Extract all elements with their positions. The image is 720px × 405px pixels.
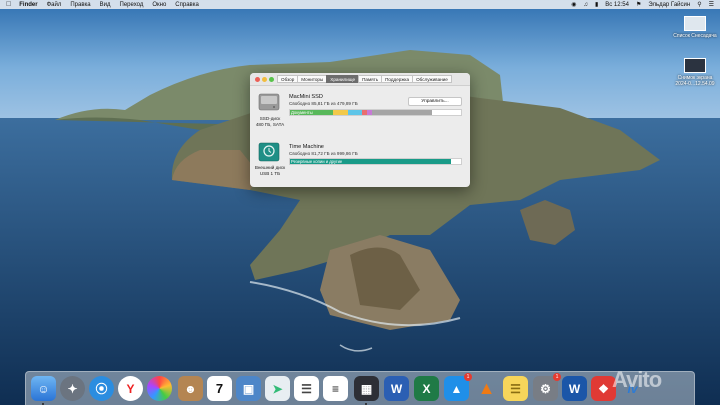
tab-service[interactable]: Обслуживание [412, 75, 452, 83]
stocks-icon[interactable]: ≡ [323, 376, 348, 401]
calendar-icon[interactable]: 7 [207, 376, 232, 401]
manage-button[interactable]: Управлить... [408, 97, 462, 106]
menu-file[interactable]: Файл [47, 2, 62, 8]
finder-icon[interactable]: ☺ [31, 376, 56, 405]
menu-view[interactable]: Вид [100, 2, 111, 8]
time-machine-name: Time Machine [289, 144, 324, 150]
tab-storage[interactable]: Хранилище [326, 75, 360, 83]
about-this-mac-window: Обзор Мониторы Хранилище Память Поддержк… [250, 73, 470, 187]
clock[interactable]: Вс 12:54 [605, 2, 629, 8]
user-name[interactable]: Эльдар Гайсин [648, 2, 690, 8]
close-button[interactable] [255, 76, 260, 82]
desktop-file-icon[interactable]: Список Снесадача [673, 16, 717, 39]
reminders-icon[interactable]: ☰ [294, 376, 319, 401]
vlc-icon[interactable]: ▲ [474, 376, 499, 401]
window-controls [255, 76, 276, 82]
menu-edit[interactable]: Правка [70, 2, 90, 8]
menu-window[interactable]: Окно [152, 2, 166, 8]
menu-go[interactable]: Переход [120, 2, 144, 8]
photos-icon[interactable] [147, 376, 172, 401]
ssd-usage-segment-5[interactable] [372, 110, 432, 115]
preview-icon[interactable]: ▣ [236, 376, 261, 401]
ssd-usage-bar[interactable]: Документы [289, 109, 462, 116]
ssd-caption: SSD-диск 480 ГБ, SATA [255, 116, 285, 127]
tab-support[interactable]: Поддержка [381, 75, 414, 83]
window-titlebar[interactable]: Обзор Мониторы Хранилище Память Поддержк… [250, 73, 470, 86]
control-center-icon[interactable]: ☰ [709, 1, 714, 8]
ssd-usage-segment-2[interactable] [348, 110, 362, 115]
wifi-icon[interactable]: ◉ [571, 1, 576, 8]
menu-help[interactable]: Справка [175, 2, 199, 8]
tab-displays[interactable]: Мониторы [297, 75, 328, 83]
disk-row-ssd: SSD-диск 480 ГБ, SATA MacMini SSD Свобод… [250, 88, 470, 138]
desktop-wallpaper [0, 0, 720, 405]
time-machine-usage-bar[interactable]: Резервные копии и другие [289, 158, 462, 165]
safari-icon[interactable]: ⦿ [89, 376, 114, 401]
flag-icon[interactable]: ⚑ [636, 1, 641, 8]
search-icon[interactable]: ⚲ [697, 1, 701, 8]
maps-icon[interactable]: ➤ [265, 376, 290, 401]
tab-overview[interactable]: Обзор [277, 75, 299, 83]
apple-icon[interactable]:  [6, 1, 11, 8]
ssd-name: MacMini SSD [289, 94, 323, 100]
word-icon[interactable]: W [384, 376, 409, 401]
system-preferences-badge: 1 [553, 373, 561, 381]
ssd-usage-segment-0[interactable]: Документы [290, 110, 333, 115]
notes-icon[interactable]: ☰ [503, 376, 528, 401]
excel-icon[interactable]: X [414, 376, 439, 401]
menu-bar:  Finder Файл Правка Вид Переход Окно Сп… [0, 0, 720, 9]
time-machine-free-space: Свободно 81,72 ГБ из 999,86 ГБ [289, 151, 358, 156]
battery-icon[interactable]: ▮ [595, 1, 598, 8]
app-store-badge: 1 [464, 373, 472, 381]
status-area: ◉ ♫ ▮ Вс 12:54 ⚑ Эльдар Гайсин ⚲ ☰ [564, 1, 714, 9]
dock: ☺ ✦ ⦿ Y ☻ 7 ▣ ➤ ☰ ≡ ▦ W X ▲ 1 ▲ ☰ ⚙ 1 W ❖ … [25, 371, 695, 405]
system-preferences-icon[interactable]: ⚙ 1 [533, 373, 561, 401]
menu-finder[interactable]: Finder [19, 2, 37, 8]
ssd-usage-segment-1[interactable] [332, 110, 349, 115]
wps-icon[interactable]: W [562, 376, 587, 401]
about-this-mac-icon[interactable]: ▦ [354, 376, 379, 405]
app-store-icon[interactable]: ▲ 1 [444, 373, 472, 401]
segmented-tabs: Обзор Мониторы Хранилище Память Поддержк… [277, 75, 452, 83]
launchpad-icon[interactable]: ✦ [60, 376, 85, 401]
minimize-button[interactable] [262, 76, 267, 82]
avito-watermark: Avito [612, 367, 662, 392]
volume-icon[interactable]: ♫ [583, 2, 588, 8]
time-machine-usage-segment-0[interactable]: Резервные копии и другие [290, 159, 451, 164]
desktop-screenshot-icon[interactable]: Снимок экрана 2024-0...12.54.09 [673, 58, 717, 87]
disk-row-time-machine: Внешний диск USB 1 ТБ Time Machine Свобо… [250, 140, 470, 186]
tab-memory[interactable]: Память [358, 75, 383, 83]
time-machine-caption: Внешний диск USB 1 ТБ [254, 165, 286, 176]
screenshot-thumbnail-icon [684, 58, 706, 73]
hard-drive-icon [258, 93, 280, 111]
contacts-icon[interactable]: ☻ [178, 376, 203, 401]
file-thumbnail-icon [684, 16, 706, 31]
yandex-browser-icon[interactable]: Y [118, 376, 143, 401]
time-machine-drive-icon [258, 142, 280, 162]
ssd-free-space: Свободно 85,81 ГБ из 479,89 ГБ [289, 101, 358, 106]
zoom-button[interactable] [269, 76, 274, 82]
